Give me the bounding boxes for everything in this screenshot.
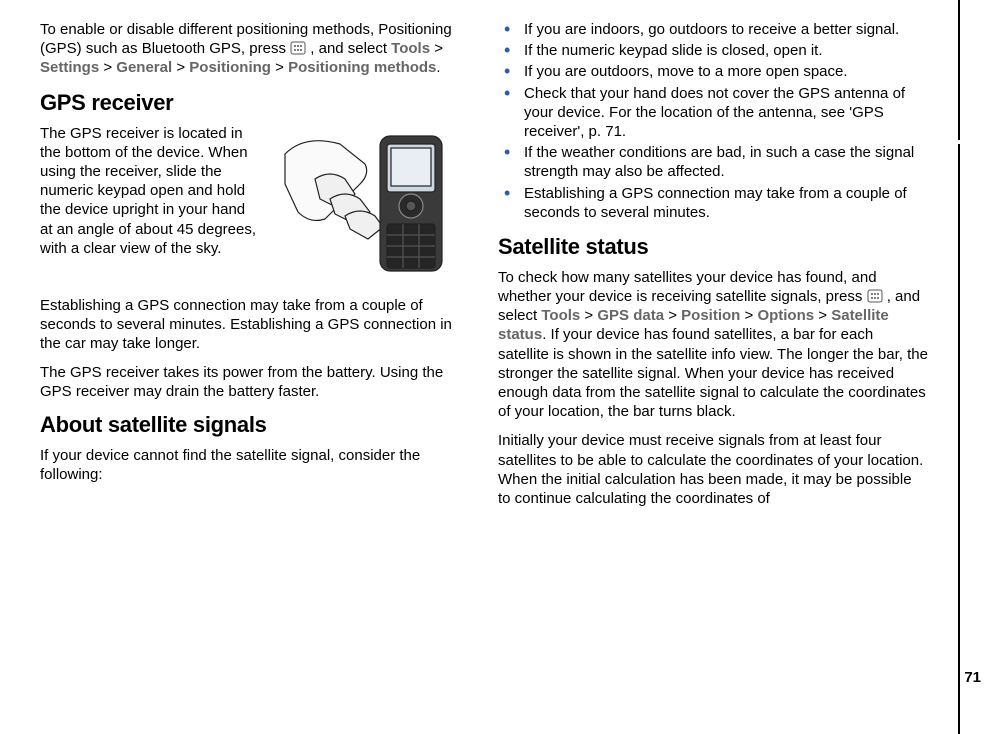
nav-path-item: General xyxy=(116,59,172,76)
text: To check how many satellites your device… xyxy=(498,269,877,305)
side-divider xyxy=(958,0,960,734)
text: , and select xyxy=(310,40,391,57)
menu-key-icon xyxy=(867,289,883,303)
list-item: If you are outdoors, move to a more open… xyxy=(498,62,928,81)
page: Draft Positioning 71 To enable or disabl… xyxy=(0,0,984,734)
satellite-status-paragraph: To check how many satellites your device… xyxy=(498,268,928,422)
text: . If your device has found satellites, a… xyxy=(498,326,928,420)
list-item: If you are indoors, go outdoors to recei… xyxy=(498,20,928,39)
list-item: Establishing a GPS connection may take f… xyxy=(498,184,928,222)
right-column: If you are indoors, go outdoors to recei… xyxy=(498,20,928,518)
nav-path-item: Positioning xyxy=(189,59,271,76)
heading-gps-receiver: GPS receiver xyxy=(40,90,470,116)
intro-paragraph: To enable or disable different positioni… xyxy=(40,20,470,78)
left-column: To enable or disable different positioni… xyxy=(40,20,470,518)
nav-path-item: Tools xyxy=(391,40,430,57)
nav-path-item: GPS data xyxy=(597,307,664,324)
gps-battery-paragraph: The GPS receiver takes its power from th… xyxy=(40,363,470,401)
nav-path-item: Settings xyxy=(40,59,99,76)
signals-intro-paragraph: If your device cannot find the satellite… xyxy=(40,446,470,484)
menu-key-icon xyxy=(290,41,306,55)
signal-tips-list: If you are indoors, go outdoors to recei… xyxy=(498,20,928,222)
gps-connection-paragraph: Establishing a GPS connection may take f… xyxy=(40,296,470,354)
draft-watermark: Draft xyxy=(0,582,4,638)
nav-path-item: Tools xyxy=(541,307,580,324)
heading-satellite-status: Satellite status xyxy=(498,234,928,260)
list-item: If the numeric keypad slide is closed, o… xyxy=(498,41,928,60)
nav-path-item: Position xyxy=(681,307,740,324)
nav-path-item: Options xyxy=(757,307,814,324)
list-item: If the weather conditions are bad, in su… xyxy=(498,143,928,181)
satellite-min-paragraph: Initially your device must receive signa… xyxy=(498,431,928,508)
heading-about-signals: About satellite signals xyxy=(40,412,470,438)
content-area: To enable or disable different positioni… xyxy=(0,0,984,538)
device-illustration xyxy=(270,124,470,292)
nav-path-item: Positioning methods xyxy=(288,59,436,76)
page-number: 71 xyxy=(964,669,981,686)
side-divider-gap xyxy=(956,140,962,144)
list-item: Check that your hand does not cover the … xyxy=(498,84,928,142)
